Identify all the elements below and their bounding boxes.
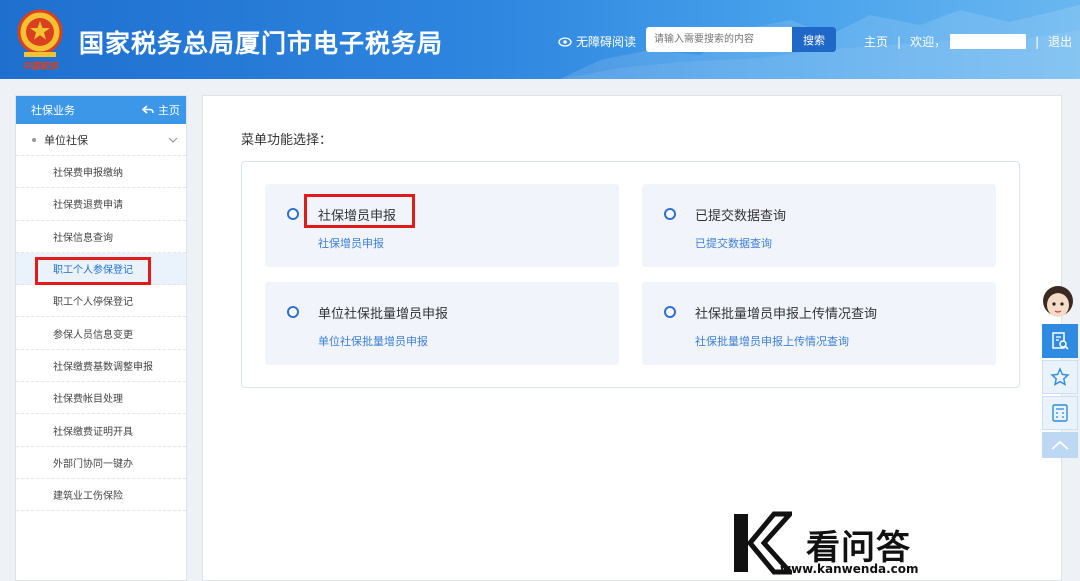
option-title: 单位社保批量增员申报 — [318, 307, 449, 322]
welcome-label: 欢迎， — [910, 35, 947, 49]
option-link[interactable]: 单位社保批量增员申报 — [318, 333, 428, 349]
sidebar-item-construction-injury[interactable]: 建筑业工伤保险 — [16, 479, 186, 512]
home-link[interactable]: 主页 — [864, 33, 888, 50]
option-link[interactable]: 社保增员申报 — [318, 235, 384, 251]
accessibility-reading-link[interactable]: 无障碍阅读 — [558, 33, 636, 50]
radio-button[interactable] — [287, 306, 299, 318]
sidebar: 社保业务 主页 单位社保 社保费申报缴纳 社保费退费申请 社保信息查询 职工个人… — [15, 95, 187, 581]
sidebar-group-label: 单位社保 — [44, 133, 88, 147]
accessibility-label: 无障碍阅读 — [576, 35, 637, 49]
search-doc-button[interactable] — [1042, 324, 1078, 358]
star-icon — [1050, 367, 1070, 386]
watermark: 看问答 www.kanwenda.com — [728, 510, 943, 580]
radio-button[interactable] — [287, 208, 299, 220]
menu-title: 菜单功能选择： — [241, 133, 333, 148]
eye-icon — [558, 36, 572, 47]
sidebar-item-member-info-change[interactable]: 参保人员信息变更 — [16, 317, 186, 350]
nav-divider: | — [897, 34, 902, 49]
option-title: 已提交数据查询 — [695, 209, 787, 224]
back-to-top-button[interactable] — [1042, 432, 1078, 458]
calculator-icon — [1052, 404, 1068, 422]
sidebar-item-social-info-query[interactable]: 社保信息查询 — [16, 221, 186, 253]
site-title: 国家税务总局厦门市电子税务局 — [79, 29, 444, 58]
sidebar-item-employee-suspension[interactable]: 职工个人停保登记 — [16, 285, 186, 318]
option-title: 社保批量增员申报上传情况查询 — [695, 307, 878, 322]
top-nav: 主页 | 欢迎， | 退出 — [864, 33, 1072, 50]
option-card-submitted-query[interactable]: 已提交数据查询 已提交数据查询 — [642, 184, 996, 267]
sidebar-item-social-fee-refund[interactable]: 社保费退费申请 — [16, 188, 186, 221]
highlight-box-option — [304, 194, 415, 228]
sidebar-group-unit-social-security[interactable]: 单位社保 — [16, 124, 186, 156]
sidebar-item-payment-certificate[interactable]: 社保缴费证明开具 — [16, 414, 186, 447]
search-button[interactable]: 搜索 — [792, 27, 836, 52]
sidebar-title: 社保业务 — [31, 104, 75, 117]
sidebar-item-account-processing[interactable]: 社保费帐目处理 — [16, 382, 186, 415]
sidebar-header: 社保业务 主页 — [16, 96, 186, 124]
radio-button[interactable] — [664, 208, 676, 220]
user-name-redacted — [950, 34, 1027, 49]
logout-link[interactable]: 退出 — [1048, 33, 1072, 50]
search-input[interactable] — [646, 27, 792, 52]
sidebar-home-label: 主页 — [158, 104, 180, 117]
option-link[interactable]: 社保批量增员申报上传情况查询 — [695, 333, 849, 349]
highlight-box-sidebar — [35, 257, 151, 285]
watermark-url: www.kanwenda.com — [780, 562, 919, 576]
calculator-button[interactable] — [1042, 396, 1078, 430]
sidebar-item-cross-department[interactable]: 外部门协同一键办 — [16, 447, 186, 479]
bullet-icon — [32, 137, 36, 142]
chevron-down-icon — [168, 137, 178, 143]
nav-divider: | — [1035, 34, 1040, 49]
chevron-up-icon — [1051, 440, 1069, 450]
favorite-button[interactable] — [1042, 360, 1078, 394]
tax-emblem-logo[interactable]: 中国税务 — [14, 8, 66, 72]
option-link[interactable]: 已提交数据查询 — [695, 235, 772, 251]
radio-button[interactable] — [664, 306, 676, 318]
search-box: 搜索 — [646, 27, 836, 52]
main-content: 菜单功能选择： 社保增员申报 社保增员申报 已提交数据查询 已提交数据查询 单位… — [202, 95, 1062, 581]
search-doc-icon — [1052, 332, 1069, 350]
assistant-avatar-icon[interactable] — [1040, 283, 1076, 323]
option-card-batch-add[interactable]: 单位社保批量增员申报 单位社保批量增员申报 — [265, 282, 619, 365]
header: 中国税务 国家税务总局厦门市电子税务局 无障碍阅读 搜索 主页 | 欢迎， | … — [0, 0, 1080, 79]
option-card-batch-upload-query[interactable]: 社保批量增员申报上传情况查询 社保批量增员申报上传情况查询 — [642, 282, 996, 365]
svg-text:中国税务: 中国税务 — [22, 61, 60, 72]
sidebar-item-social-fee-payment[interactable]: 社保费申报缴纳 — [16, 156, 186, 189]
floating-toolbar — [1042, 324, 1080, 460]
sidebar-home-button[interactable]: 主页 — [142, 102, 180, 118]
sidebar-item-base-adjustment[interactable]: 社保缴费基数调整申报 — [16, 350, 186, 383]
back-arrow-icon — [142, 105, 154, 114]
